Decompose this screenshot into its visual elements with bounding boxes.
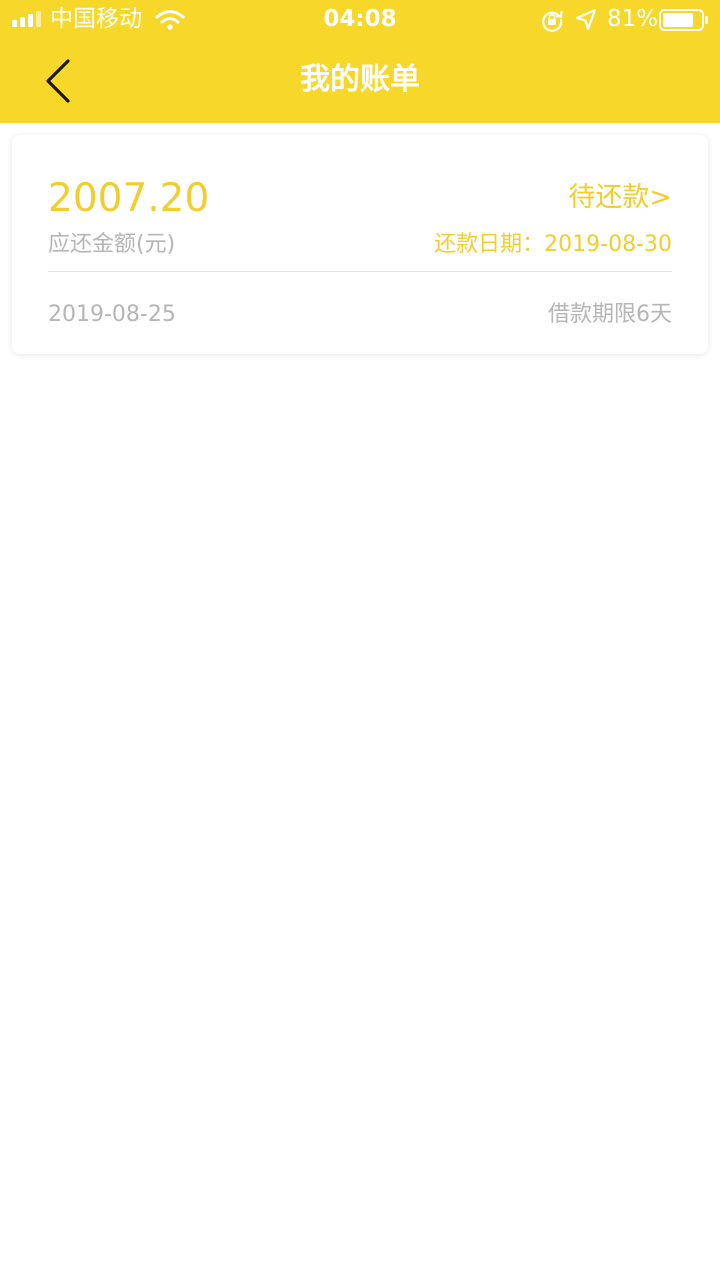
page-title: 我的账单: [300, 62, 420, 97]
amount-due: 2007.20: [48, 176, 210, 221]
location-arrow-icon: [576, 9, 596, 31]
repayment-status-link[interactable]: 待还款>: [568, 180, 672, 216]
due-date: 还款日期：2019-08-30: [434, 229, 672, 261]
app-header: 中国移动 04:08 81% 我的账单: [0, 0, 720, 123]
back-button[interactable]: [28, 52, 88, 110]
card-divider: [48, 271, 672, 272]
battery-percent: 81%: [607, 6, 659, 32]
loan-date: 2019-08-25: [48, 302, 176, 327]
due-date-label: 还款日期：: [434, 232, 545, 257]
status-time: 04:08: [323, 6, 397, 32]
amount-due-label: 应还金额(元): [48, 232, 176, 257]
loan-term: 借款期限6天: [548, 302, 672, 327]
battery-icon: [659, 9, 708, 31]
status-bar: 中国移动 04:08 81%: [0, 0, 720, 40]
back-chevron-icon: [46, 59, 70, 103]
due-date-value: 2019-08-30: [544, 232, 672, 257]
signal-icon: [12, 11, 41, 27]
wifi-icon: [155, 10, 185, 30]
rotation-lock-icon: [542, 10, 563, 32]
carrier-name: 中国移动: [50, 6, 142, 32]
bill-card[interactable]: 2007.20 待还款> 应还金额(元) 还款日期：2019-08-30 201…: [12, 135, 708, 354]
